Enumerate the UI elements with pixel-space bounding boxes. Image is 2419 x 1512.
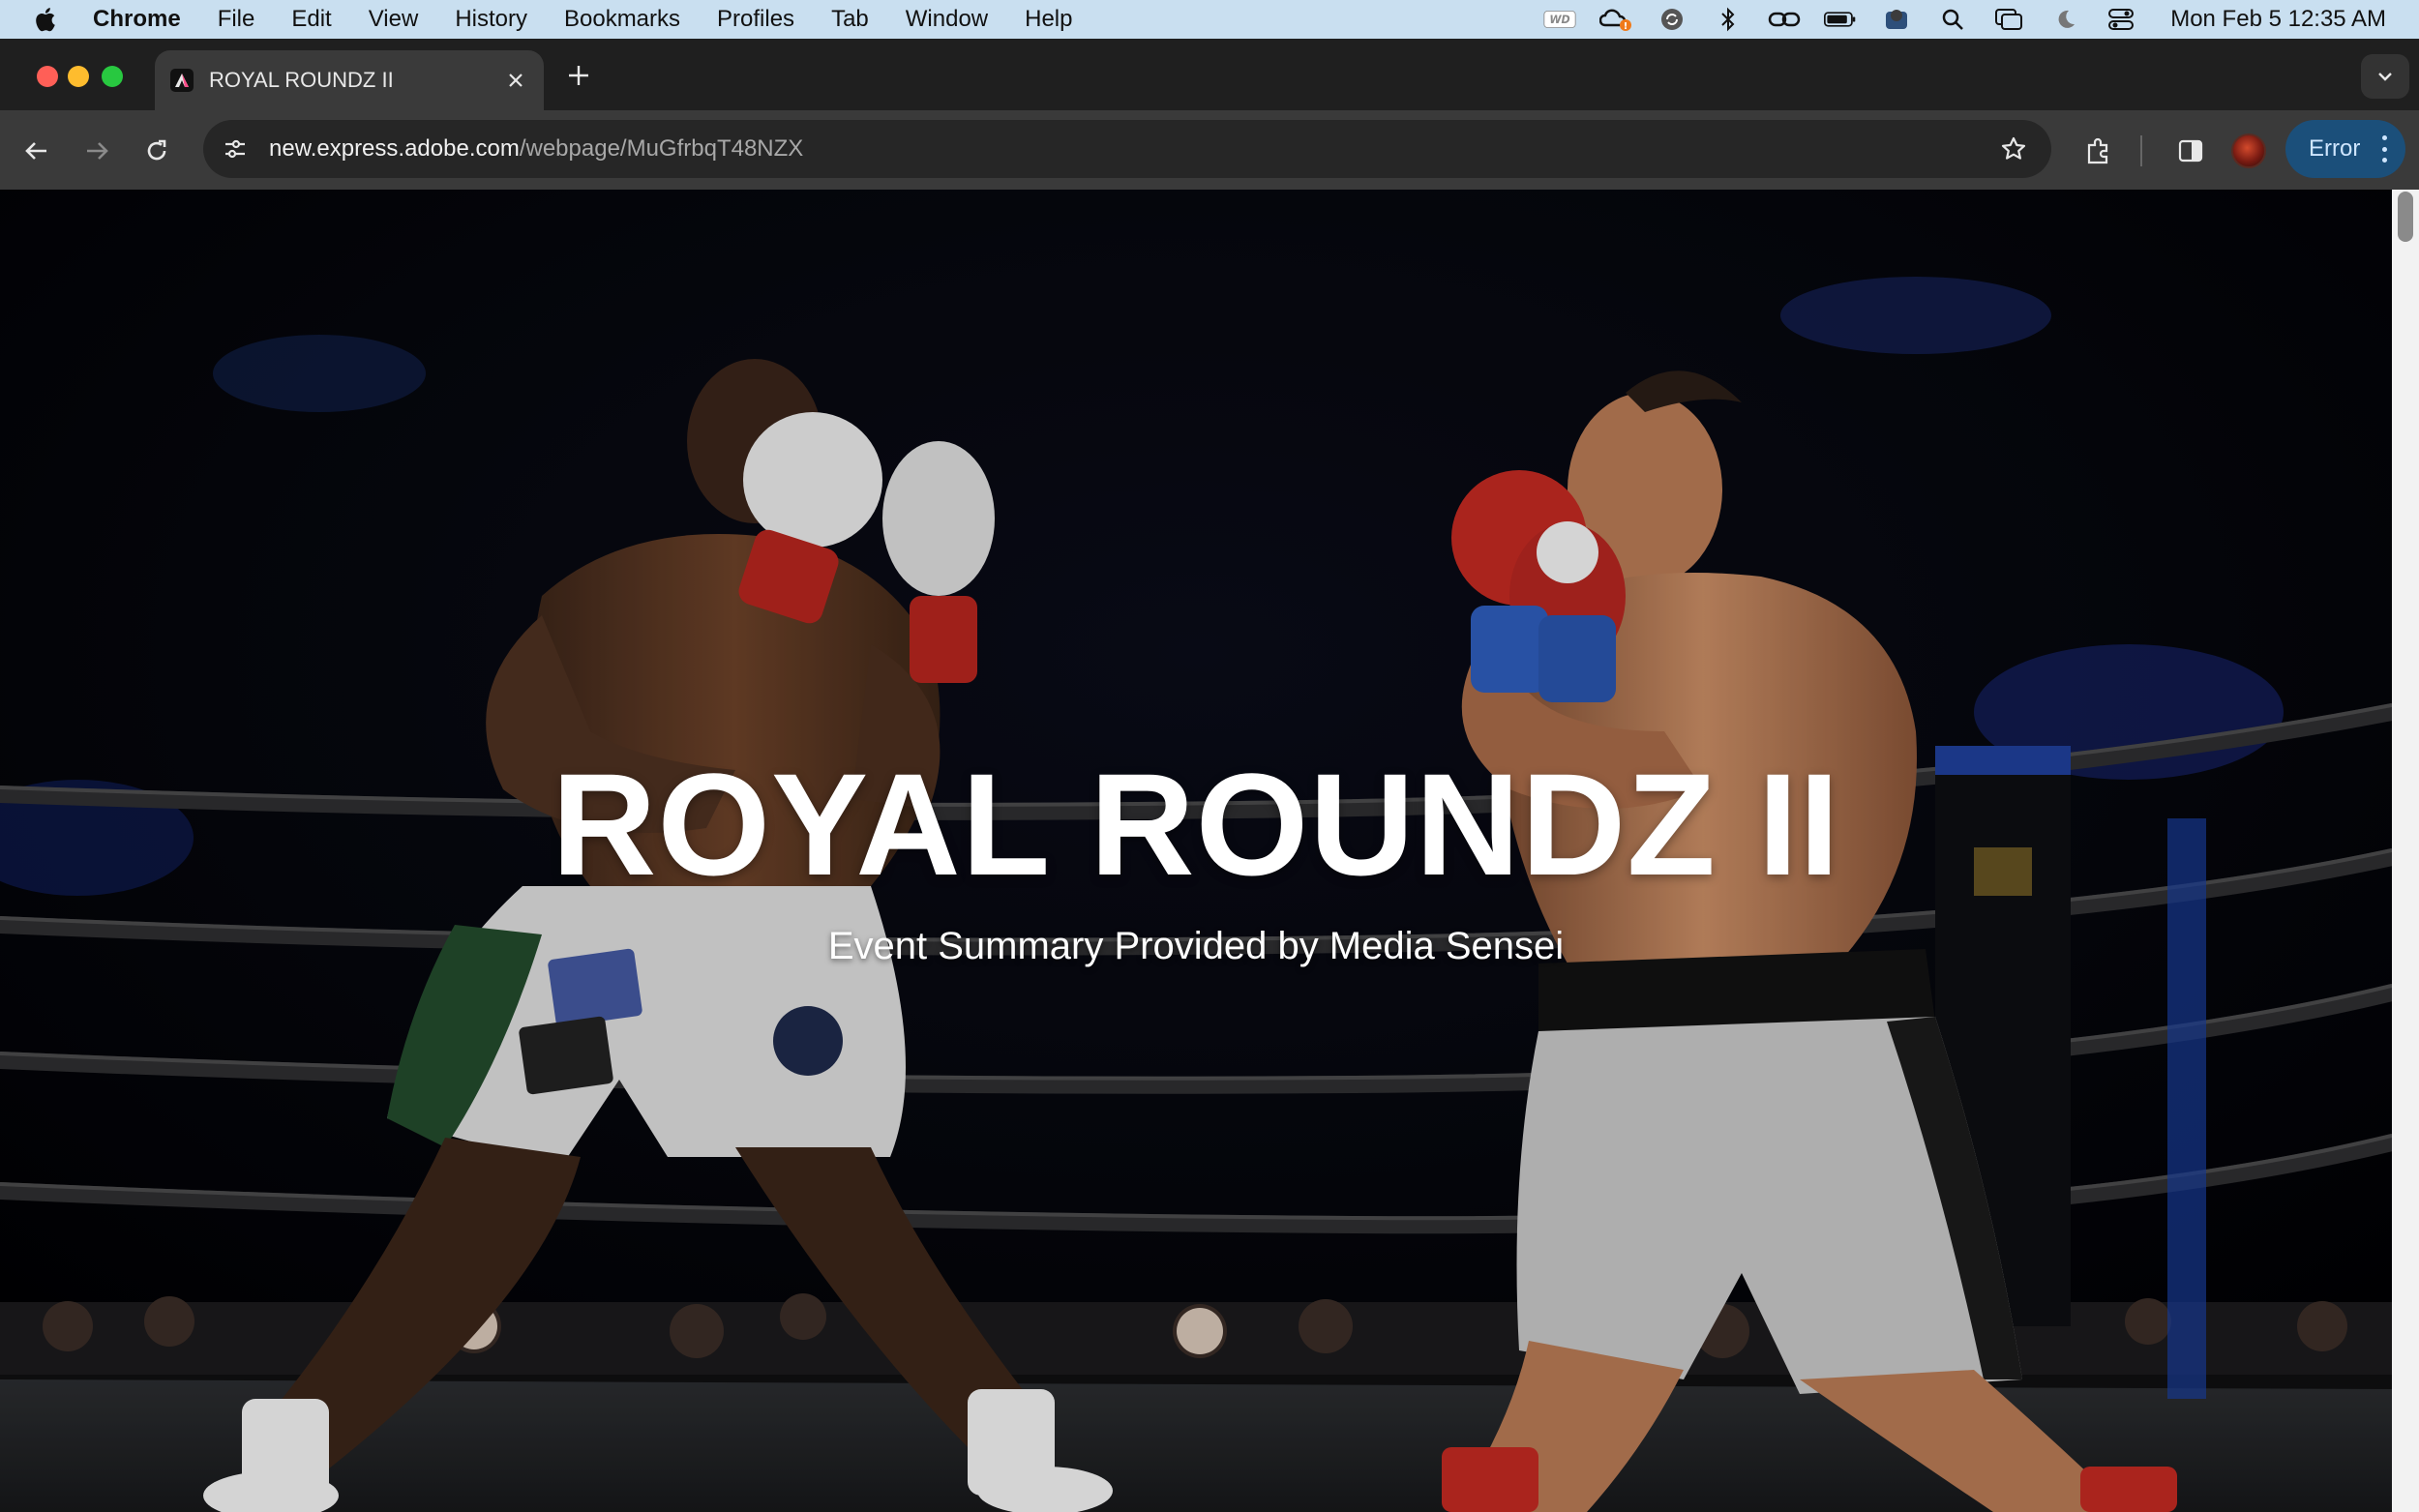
back-arrow-icon[interactable]	[17, 132, 56, 170]
menu-bookmarks[interactable]: Bookmarks	[564, 6, 680, 33]
side-panel-icon[interactable]	[2171, 132, 2210, 170]
control-center-icon[interactable]	[2105, 7, 2137, 32]
new-tab-icon[interactable]	[563, 60, 594, 91]
sync-icon[interactable]	[1656, 7, 1688, 32]
hero-title: ROYAL ROUNDZ II	[552, 743, 1840, 905]
wd-icon[interactable]: WD	[1543, 7, 1576, 32]
tab-title: ROYAL ROUNDZ II	[209, 68, 394, 92]
adobe-express-favicon-icon	[170, 69, 194, 92]
extensions-puzzle-icon[interactable]	[2078, 132, 2117, 170]
status-tray: WD ! Mon Feb 5 12:35 AM	[1520, 0, 2386, 39]
reload-icon[interactable]	[137, 132, 176, 170]
screen-mirroring-icon[interactable]	[1992, 7, 2025, 32]
url-host: new.express.adobe.com	[269, 135, 520, 162]
page-viewport: ROYAL ROUNDZ II Event Summary Provided b…	[0, 190, 2392, 1512]
menubar-clock[interactable]: Mon Feb 5 12:35 AM	[2170, 6, 2386, 33]
menu-view[interactable]: View	[369, 6, 419, 33]
focus-moon-icon[interactable]	[2048, 7, 2081, 32]
tab-royal-roundz[interactable]: ROYAL ROUNDZ II	[155, 50, 544, 110]
svg-text:!: !	[1624, 21, 1628, 32]
battery-icon[interactable]	[1824, 7, 1857, 32]
spotlight-icon[interactable]	[1936, 7, 1969, 32]
menu-chrome[interactable]: Chrome	[93, 6, 181, 33]
toolbar-divider	[2140, 135, 2142, 166]
more-vertical-icon	[2380, 135, 2388, 163]
tab-close-icon[interactable]	[501, 66, 530, 95]
tab-search-chevron-down-icon[interactable]	[2361, 54, 2409, 99]
menu-profiles[interactable]: Profiles	[717, 6, 794, 33]
page-scrollbar[interactable]	[2392, 190, 2419, 1512]
forward-arrow-icon[interactable]	[77, 132, 116, 170]
macos-menu-bar: Chrome File Edit View History Bookmarks …	[0, 0, 2419, 39]
hero-subtitle: Event Summary Provided by Media Sensei	[827, 925, 1565, 967]
address-bar[interactable]: new.express.adobe.com/webpage/MuGfrbqT48…	[203, 120, 2051, 178]
menu-file[interactable]: File	[218, 6, 255, 33]
scrollbar-thumb[interactable]	[2398, 192, 2413, 242]
window-minimize-button[interactable]	[68, 66, 89, 87]
error-label: Error	[2309, 135, 2361, 162]
profile-avatar[interactable]	[2231, 133, 2266, 168]
svg-text:WD: WD	[1550, 14, 1570, 26]
bluetooth-icon[interactable]	[1712, 7, 1745, 32]
url-path: /webpage/MuGfrbqT48NZX	[519, 135, 804, 162]
user-badge-icon[interactable]	[1880, 7, 1913, 32]
site-settings-icon[interactable]	[221, 134, 250, 163]
menu-history[interactable]: History	[455, 6, 527, 33]
profile-error-button[interactable]: Error	[2285, 120, 2405, 178]
bookmark-star-icon[interactable]	[1999, 134, 2028, 163]
menu-window[interactable]: Window	[906, 6, 988, 33]
apple-logo-icon[interactable]	[33, 6, 56, 33]
link-icon[interactable]	[1768, 7, 1801, 32]
menu-edit[interactable]: Edit	[291, 6, 331, 33]
window-zoom-button[interactable]	[102, 66, 123, 87]
menu-help[interactable]: Help	[1025, 6, 1072, 33]
creative-cloud-icon[interactable]: !	[1599, 7, 1632, 32]
menu-tab[interactable]: Tab	[831, 6, 869, 33]
window-close-button[interactable]	[37, 66, 58, 87]
